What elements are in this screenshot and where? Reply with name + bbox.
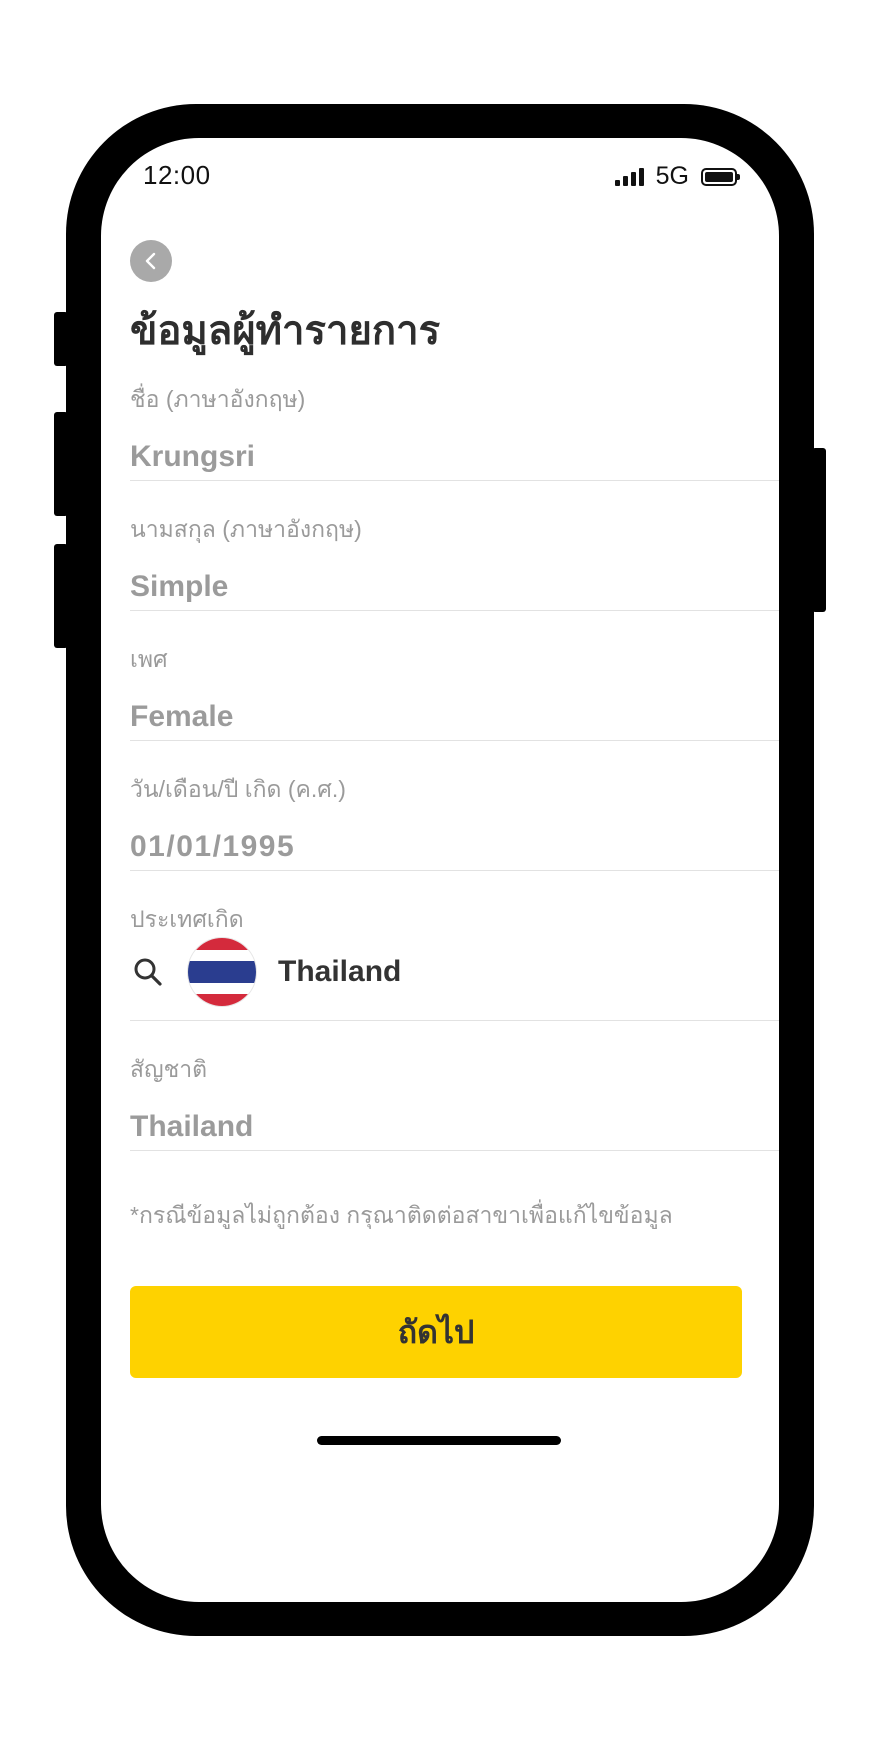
last-name-field[interactable]: นามสกุล (ภาษาอังกฤษ) Simple [130,512,779,611]
birth-country-field[interactable]: ประเทศเกิด Thailand [130,902,779,1021]
status-indicators: 5G [614,162,740,191]
home-indicator[interactable] [317,1436,561,1445]
status-time: 12:00 [143,160,211,190]
gender-label: เพศ [130,646,168,672]
first-name-field[interactable]: ชื่อ (ภาษาอังกฤษ) Krungsri [130,382,779,481]
search-icon[interactable] [130,954,166,990]
last-name-value: Simple [130,570,229,603]
battery-icon [701,167,740,186]
signal-icon [614,167,644,186]
nationality-field[interactable]: สัญชาติ Thailand [130,1052,779,1151]
thailand-flag-icon [188,938,256,1006]
phone-screen: 12:00 5G ข้อมูลผู้ทำรายการ ชื่อ (ภาษาอัง… [101,138,779,1602]
gender-value: Female [130,700,234,733]
gender-field[interactable]: เพศ Female [130,642,779,741]
last-name-label: นามสกุล (ภาษาอังกฤษ) [130,516,362,542]
birth-date-label: วัน/เดือน/ปี เกิด (ค.ศ.) [130,776,346,802]
chevron-left-icon [145,252,156,270]
correction-note: *กรณีข้อมูลไม่ถูกต้อง กรุณาติดต่อสาขาเพื… [130,1202,673,1228]
birth-date-value: 01/01/1995 [130,830,296,863]
nationality-value: Thailand [130,1110,254,1143]
birth-date-field[interactable]: วัน/เดือน/ปี เกิด (ค.ศ.) 01/01/1995 [130,772,779,871]
birth-country-value: Thailand [278,955,402,988]
first-name-value: Krungsri [130,440,256,473]
back-button[interactable] [130,240,172,282]
first-name-label: ชื่อ (ภาษาอังกฤษ) [130,386,306,412]
power-button [812,448,826,612]
next-button[interactable]: ถัดไป [130,1286,742,1378]
birth-country-label: ประเทศเกิด [130,906,244,932]
nationality-label: สัญชาติ [130,1056,208,1082]
network-label: 5G [655,162,689,190]
birth-country-selector[interactable]: Thailand [130,938,401,1006]
phone-frame: 12:00 5G ข้อมูลผู้ทำรายการ ชื่อ (ภาษาอัง… [66,104,814,1636]
page-title: ข้อมูลผู้ทำรายการ [130,309,441,353]
